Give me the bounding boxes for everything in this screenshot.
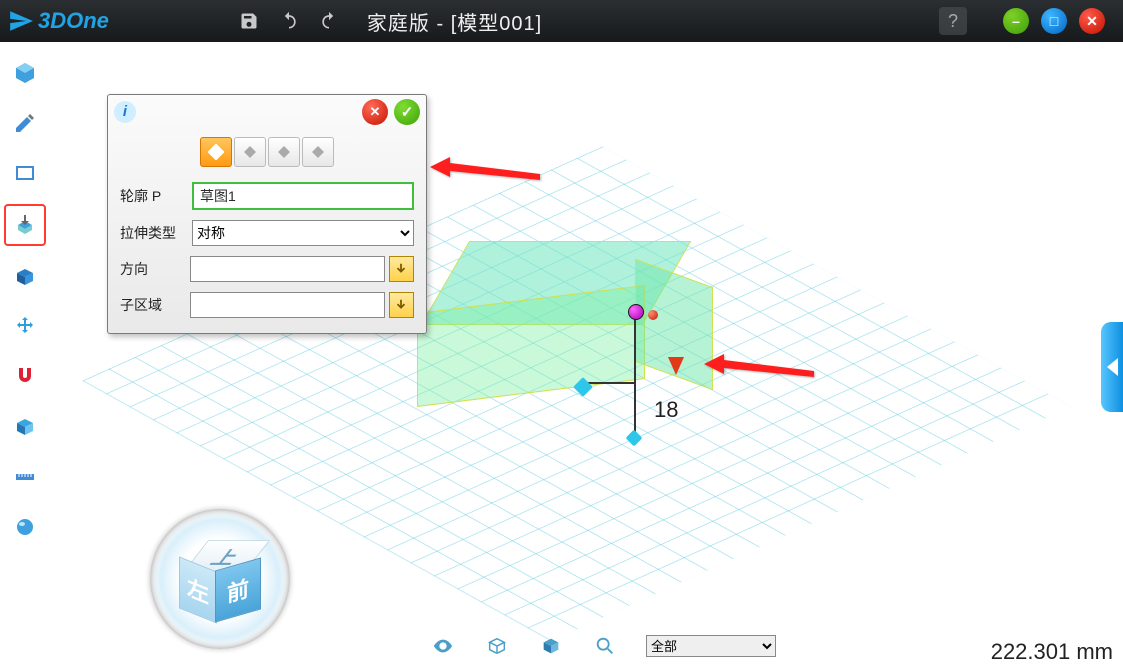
info-icon[interactable]: i [114,101,136,123]
nav-cube[interactable]: 上 左 前 [150,509,290,649]
view-zoom-button[interactable] [592,633,618,659]
view-visibility-button[interactable] [430,633,456,659]
workspace: 18 i 轮廓 P [0,42,1123,667]
help-button[interactable]: ? [939,7,967,35]
mode-tab-1[interactable] [200,137,232,167]
right-panel-toggle[interactable] [1101,322,1123,412]
annotation-arrow-2 [704,349,814,394]
filter-select[interactable]: 全部 [646,635,776,657]
subregion-input[interactable] [190,292,385,318]
mode-tab-2[interactable] [234,137,266,167]
direction-label: 方向 [120,259,190,279]
window-controls [997,8,1111,34]
dialog-ok-button[interactable] [394,99,420,125]
gizmo-node[interactable] [648,310,658,320]
tool-sketch[interactable] [6,104,44,142]
mode-tab-3[interactable] [268,137,300,167]
left-toolbar [0,42,50,667]
tool-snap[interactable] [6,358,44,396]
view-wireframe-button[interactable] [484,633,510,659]
dialog-mode-tabs [108,129,426,177]
gizmo-arrow-cone[interactable] [668,357,684,375]
undo-button[interactable] [275,7,303,35]
status-measure: 222.301 mm [991,639,1113,665]
profile-label: 轮廓 P [120,186,192,206]
mode-tab-4[interactable] [302,137,334,167]
gizmo-axis[interactable] [634,312,636,442]
dimension-value[interactable]: 18 [654,397,678,423]
gizmo-origin[interactable] [628,304,644,320]
direction-picker[interactable] [389,256,414,282]
tool-plane[interactable] [6,154,44,192]
app-name: 3DOne [38,8,109,34]
close-button[interactable] [1079,8,1105,34]
tool-material[interactable] [6,408,44,446]
tool-measure[interactable] [6,458,44,496]
extrude-dialog: i 轮廓 P 拉伸类型 对称 [107,94,427,334]
viewport[interactable]: 18 i 轮廓 P [50,42,1123,667]
view-shaded-button[interactable] [538,633,564,659]
save-button[interactable] [235,7,263,35]
maximize-button[interactable] [1041,8,1067,34]
tool-extrude[interactable] [4,204,46,246]
redo-button[interactable] [315,7,343,35]
app-logo: 3DOne [8,8,109,34]
tool-move[interactable] [6,308,44,346]
bottom-toolbar: 全部 [430,633,776,659]
type-select[interactable]: 对称 [192,220,414,246]
tool-solid[interactable] [6,258,44,296]
type-label: 拉伸类型 [120,223,192,243]
dialog-cancel-button[interactable] [362,99,388,125]
subregion-picker[interactable] [389,292,414,318]
title-bar: 3DOne 家庭版 - [模型001] ? [0,0,1123,42]
extrude-preview [435,241,705,406]
window-title: 家庭版 - [模型001] [367,7,542,36]
tool-appearance[interactable] [6,508,44,546]
annotation-arrow-1 [430,152,540,197]
direction-input[interactable] [190,256,385,282]
profile-input[interactable] [192,182,414,210]
subregion-label: 子区域 [120,295,190,315]
minimize-button[interactable] [1003,8,1029,34]
dialog-bar[interactable]: i [108,95,426,129]
tool-primitive[interactable] [6,54,44,92]
